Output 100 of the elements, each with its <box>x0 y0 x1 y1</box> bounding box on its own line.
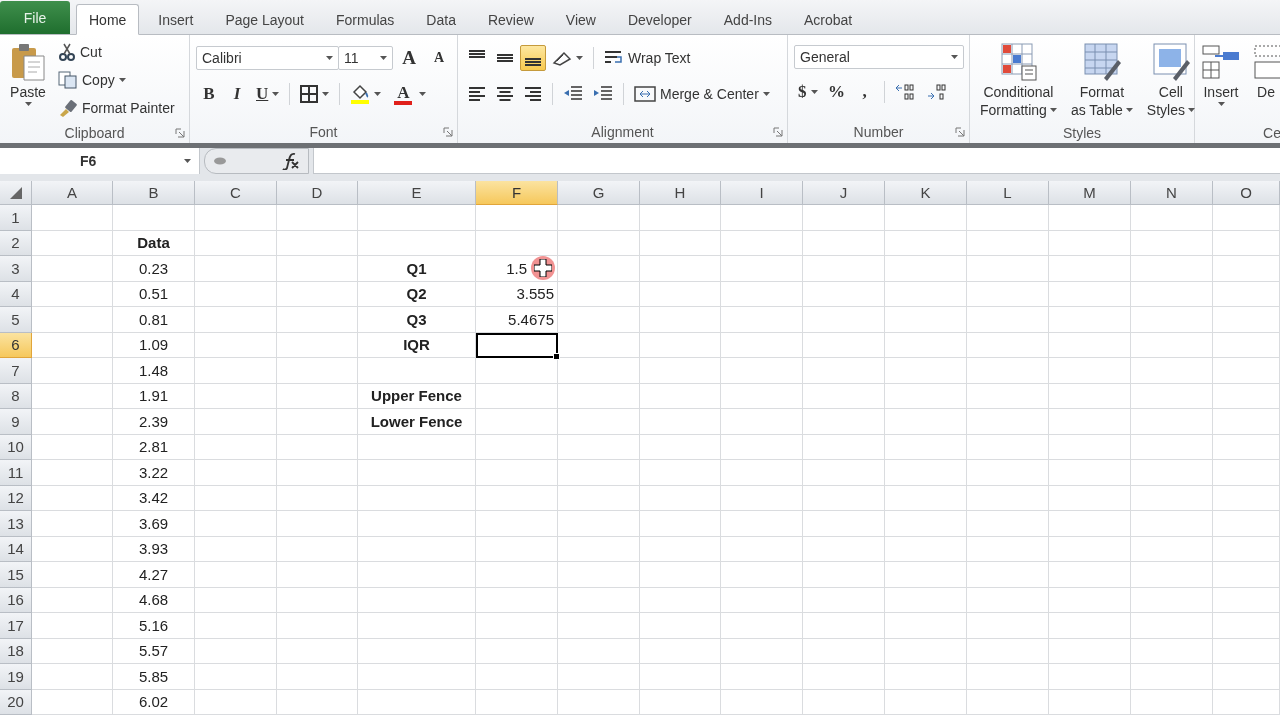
empty-cell[interactable] <box>1049 332 1131 358</box>
empty-cell[interactable] <box>476 536 558 562</box>
empty-cell[interactable] <box>195 332 277 358</box>
empty-cell[interactable] <box>803 460 885 486</box>
empty-cell[interactable] <box>277 485 358 511</box>
empty-cell[interactable] <box>640 434 721 460</box>
empty-cell[interactable] <box>558 536 640 562</box>
row-header[interactable]: 9 <box>0 409 32 435</box>
spreadsheet-cell[interactable]: Q3 <box>358 307 476 333</box>
column-header[interactable]: G <box>558 181 640 205</box>
empty-cell[interactable] <box>1131 281 1213 307</box>
empty-cell[interactable] <box>558 383 640 409</box>
empty-cell[interactable] <box>277 638 358 664</box>
column-header[interactable]: L <box>967 181 1049 205</box>
empty-cell[interactable] <box>358 205 476 231</box>
empty-cell[interactable] <box>1213 511 1280 537</box>
empty-cell[interactable] <box>1213 307 1280 333</box>
empty-cell[interactable] <box>885 307 967 333</box>
empty-cell[interactable] <box>721 511 803 537</box>
comma-style-button[interactable]: , <box>851 79 878 105</box>
empty-cell[interactable] <box>1213 460 1280 486</box>
empty-cell[interactable] <box>358 587 476 613</box>
spreadsheet-cell[interactable]: 0.23 <box>113 256 195 282</box>
spreadsheet-cell[interactable]: 1.09 <box>113 332 195 358</box>
empty-cell[interactable] <box>195 587 277 613</box>
empty-cell[interactable] <box>640 587 721 613</box>
empty-cell[interactable] <box>476 460 558 486</box>
empty-cell[interactable] <box>885 664 967 690</box>
ribbon-tab[interactable]: Acrobat <box>791 5 866 34</box>
empty-cell[interactable] <box>277 434 358 460</box>
cell-styles-button[interactable]: Cell Styles <box>1142 39 1199 123</box>
empty-cell[interactable] <box>885 460 967 486</box>
shrink-font-button[interactable]: A <box>425 45 453 71</box>
row-header[interactable]: 13 <box>0 511 32 537</box>
ribbon-tab[interactable]: Home <box>76 4 140 35</box>
empty-cell[interactable] <box>358 638 476 664</box>
row-header[interactable]: 14 <box>0 536 32 562</box>
empty-cell[interactable] <box>1049 434 1131 460</box>
empty-cell[interactable] <box>1049 485 1131 511</box>
empty-cell[interactable] <box>967 613 1049 639</box>
empty-cell[interactable] <box>721 205 803 231</box>
empty-cell[interactable] <box>277 409 358 435</box>
empty-cell[interactable] <box>558 256 640 282</box>
empty-cell[interactable] <box>358 485 476 511</box>
empty-cell[interactable] <box>640 613 721 639</box>
empty-cell[interactable] <box>721 460 803 486</box>
empty-cell[interactable] <box>476 613 558 639</box>
empty-cell[interactable] <box>967 230 1049 256</box>
row-header[interactable]: 7 <box>0 358 32 384</box>
empty-cell[interactable] <box>558 460 640 486</box>
empty-cell[interactable] <box>1049 383 1131 409</box>
file-tab[interactable]: File <box>0 1 70 34</box>
empty-cell[interactable] <box>1131 638 1213 664</box>
column-header[interactable]: I <box>721 181 803 205</box>
empty-cell[interactable] <box>803 230 885 256</box>
empty-cell[interactable] <box>721 562 803 588</box>
empty-cell[interactable] <box>558 511 640 537</box>
empty-cell[interactable] <box>1131 562 1213 588</box>
spreadsheet-cell[interactable]: 5.16 <box>113 613 195 639</box>
empty-cell[interactable] <box>195 409 277 435</box>
empty-cell[interactable] <box>803 562 885 588</box>
empty-cell[interactable] <box>1213 230 1280 256</box>
empty-cell[interactable] <box>885 230 967 256</box>
empty-cell[interactable] <box>195 460 277 486</box>
row-header[interactable]: 8 <box>0 383 32 409</box>
empty-cell[interactable] <box>277 536 358 562</box>
empty-cell[interactable] <box>1213 689 1280 715</box>
empty-cell[interactable] <box>558 485 640 511</box>
empty-cell[interactable] <box>277 307 358 333</box>
spreadsheet-cell[interactable]: 3.93 <box>113 536 195 562</box>
conditional-formatting-button[interactable]: Conditional Formatting <box>976 39 1061 123</box>
empty-cell[interactable] <box>195 383 277 409</box>
empty-cell[interactable] <box>1049 664 1131 690</box>
empty-cell[interactable] <box>885 256 967 282</box>
empty-cell[interactable] <box>967 511 1049 537</box>
percent-button[interactable]: % <box>823 79 850 105</box>
row-header[interactable]: 19 <box>0 664 32 690</box>
column-header[interactable]: J <box>803 181 885 205</box>
empty-cell[interactable] <box>358 613 476 639</box>
empty-cell[interactable] <box>967 460 1049 486</box>
empty-cell[interactable] <box>195 536 277 562</box>
number-format-dropdown[interactable]: General <box>794 45 964 69</box>
column-header[interactable]: D <box>277 181 358 205</box>
font-color-button[interactable]: A <box>387 81 431 107</box>
empty-cell[interactable] <box>967 256 1049 282</box>
empty-cell[interactable] <box>967 358 1049 384</box>
column-header[interactable]: F <box>476 181 558 205</box>
column-header[interactable]: C <box>195 181 277 205</box>
empty-cell[interactable] <box>803 511 885 537</box>
empty-cell[interactable] <box>640 383 721 409</box>
empty-cell[interactable] <box>1213 613 1280 639</box>
row-header[interactable]: 18 <box>0 638 32 664</box>
empty-cell[interactable] <box>476 205 558 231</box>
empty-cell[interactable] <box>558 281 640 307</box>
empty-cell[interactable] <box>277 358 358 384</box>
empty-cell[interactable] <box>1131 409 1213 435</box>
spreadsheet-cell[interactable]: 2.81 <box>113 434 195 460</box>
font-name-dropdown[interactable]: Calibri <box>196 46 339 70</box>
empty-cell[interactable] <box>277 613 358 639</box>
empty-cell[interactable] <box>1131 205 1213 231</box>
